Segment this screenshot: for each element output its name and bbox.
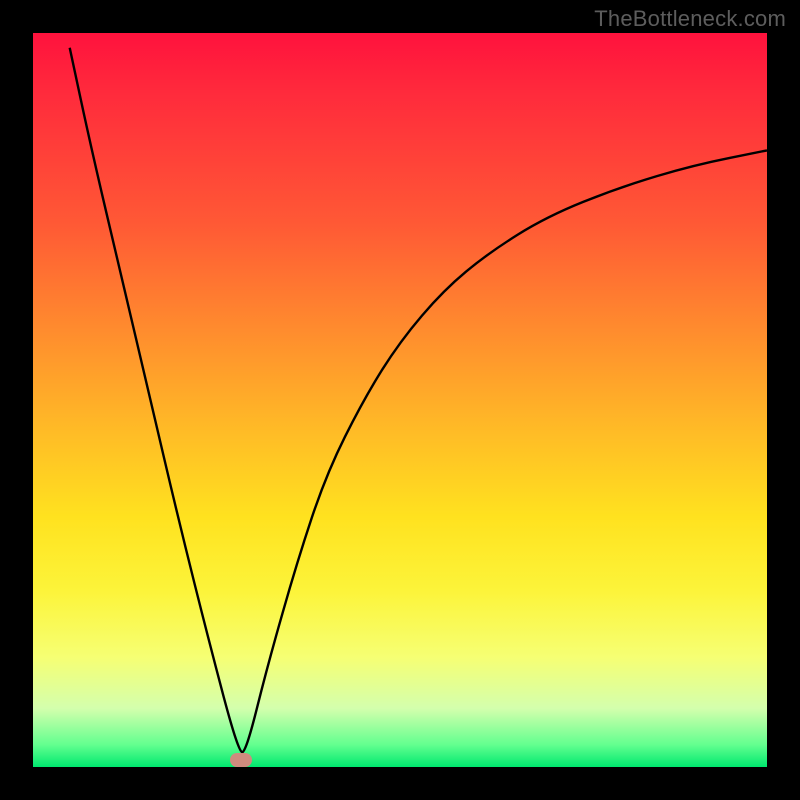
min-marker [230, 753, 252, 767]
curve-path [70, 48, 767, 753]
curve-svg [33, 33, 767, 767]
watermark-text: TheBottleneck.com [594, 6, 786, 32]
plot-area [33, 33, 767, 767]
chart-frame: TheBottleneck.com [0, 0, 800, 800]
